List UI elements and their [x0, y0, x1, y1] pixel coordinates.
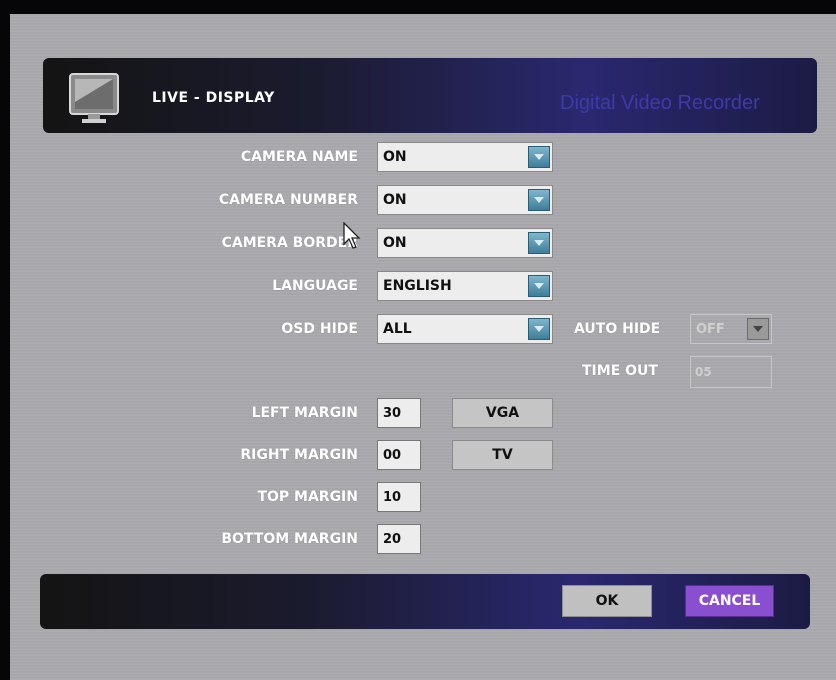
dropdown-arrow-icon[interactable]	[528, 146, 550, 168]
dropdown-arrow-icon[interactable]	[528, 189, 550, 211]
auto-hide-select[interactable]: OFF	[690, 314, 772, 344]
mouse-cursor-icon	[343, 222, 361, 249]
time-out-label: TIME OUT	[582, 363, 658, 379]
language-value: ENGLISH	[383, 278, 452, 294]
camera-name-value: ON	[383, 149, 407, 165]
camera-border-select[interactable]: ON	[377, 228, 553, 258]
top-margin-input[interactable]: 10	[377, 482, 421, 512]
auto-hide-value: OFF	[696, 322, 725, 337]
osd-hide-label: OSD HIDE	[281, 321, 358, 337]
camera-border-value: ON	[383, 235, 407, 251]
dropdown-arrow-icon[interactable]	[747, 318, 769, 340]
left-margin-value: 30	[383, 406, 402, 421]
camera-number-select[interactable]: ON	[377, 185, 553, 215]
camera-number-label: CAMERA NUMBER	[218, 192, 358, 208]
language-select[interactable]: ENGLISH	[377, 271, 553, 301]
auto-hide-label: AUTO HIDE	[574, 321, 661, 337]
vga-button[interactable]: VGA	[452, 398, 553, 428]
bottom-margin-input[interactable]: 20	[377, 524, 421, 554]
dropdown-arrow-icon[interactable]	[528, 232, 550, 254]
camera-name-label: CAMERA NAME	[240, 149, 358, 165]
bottom-margin-label: BOTTOM MARGIN	[221, 531, 358, 547]
time-out-value: 05	[695, 365, 712, 379]
brand-label: Digital Video Recorder	[560, 92, 760, 114]
page-title: LIVE - DISPLAY	[152, 90, 275, 106]
top-margin-label: TOP MARGIN	[257, 489, 358, 505]
osd-hide-select[interactable]: ALL	[377, 314, 553, 344]
monitor-icon	[69, 73, 119, 123]
dropdown-arrow-icon[interactable]	[528, 275, 550, 297]
tv-button[interactable]: TV	[452, 440, 553, 470]
left-margin-label: LEFT MARGIN	[251, 405, 358, 421]
left-margin-input[interactable]: 30	[377, 398, 421, 428]
dropdown-arrow-icon[interactable]	[528, 318, 550, 340]
osd-hide-value: ALL	[383, 321, 412, 337]
right-margin-input[interactable]: 00	[377, 440, 421, 470]
right-margin-label: RIGHT MARGIN	[240, 447, 358, 463]
top-margin-value: 10	[383, 490, 402, 505]
language-label: LANGUAGE	[272, 278, 358, 294]
time-out-input[interactable]: 05	[690, 356, 772, 388]
cancel-button[interactable]: CANCEL	[685, 585, 774, 617]
camera-number-value: ON	[383, 192, 407, 208]
camera-border-label: CAMERA BORDER	[221, 235, 358, 251]
bottom-margin-value: 20	[383, 532, 402, 547]
ok-button[interactable]: OK	[562, 585, 652, 617]
right-margin-value: 00	[383, 448, 402, 463]
camera-name-select[interactable]: ON	[377, 142, 553, 172]
